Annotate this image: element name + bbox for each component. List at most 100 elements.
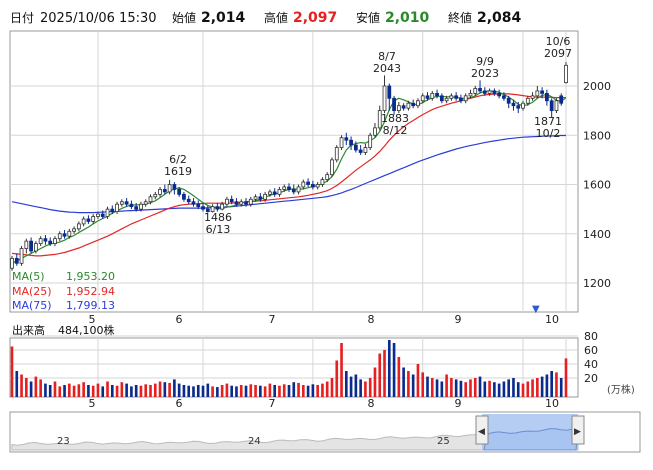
candle-down — [196, 203, 201, 208]
candle-up — [105, 208, 110, 217]
volume-bar-down — [349, 376, 353, 397]
candle-down — [191, 201, 196, 205]
navigator-label-23: 23 — [57, 436, 70, 447]
volume-bar-up — [325, 381, 329, 397]
month-tick-label-bottom: 9 — [455, 397, 462, 410]
candle-up — [19, 248, 24, 264]
candle-up — [153, 193, 158, 198]
candle-down — [387, 85, 392, 99]
month-tick-label: 10 — [545, 313, 559, 326]
month-tick-label-bottom: 5 — [89, 397, 96, 410]
candle-down — [559, 95, 564, 104]
candle-down — [86, 218, 91, 222]
candle — [334, 145, 339, 163]
candle-down — [134, 206, 139, 210]
volume-bar-down — [259, 385, 262, 397]
candle-up — [139, 203, 143, 210]
volume-bar-up — [225, 383, 229, 397]
candle-up — [96, 213, 100, 217]
volume-bar-up — [249, 384, 253, 397]
volume-bar-up — [297, 382, 300, 397]
volume-bar-up — [115, 385, 119, 397]
volume-bar-up — [416, 364, 420, 397]
month-axis-bottom: 5 6 7 8 9 10 — [89, 397, 560, 410]
date-label: 日付 — [10, 11, 34, 25]
volume-bar-up — [220, 385, 224, 397]
candle-up — [406, 102, 411, 109]
volume-bar-down — [559, 378, 563, 397]
candle-up — [33, 243, 38, 252]
volume-bar-up — [488, 380, 491, 397]
candle-down — [401, 105, 406, 109]
volume-bar-up — [268, 383, 272, 397]
candle-up — [24, 240, 29, 249]
candle-up — [10, 257, 14, 269]
volume-bar-up — [555, 372, 558, 397]
volume-unit: (万株) — [607, 383, 635, 396]
annotation-label: 2097 — [544, 47, 572, 60]
volume-bar-up — [302, 385, 305, 397]
high-label: 高値 — [264, 10, 288, 25]
candle-up — [525, 97, 530, 104]
volume-bar-down — [454, 379, 458, 397]
volume-bar-up — [368, 378, 372, 397]
volume-bar-up — [53, 381, 57, 397]
candle-down — [425, 95, 430, 99]
candle-down — [129, 203, 134, 208]
ma25-value: 1,952.94 — [66, 285, 115, 298]
candle-up — [76, 223, 81, 230]
stock-chart: 日付 2025/10/06 15:30 始値 2,014 高値 2,097 安値… — [9, 10, 641, 453]
volume-bar-down — [87, 385, 90, 397]
navigator-left-handle[interactable]: ◀ — [475, 415, 489, 445]
price-tick-label: 2000 — [583, 80, 611, 93]
candle-up — [468, 92, 473, 97]
volume-bar-down — [163, 382, 167, 397]
volume-bar-up — [72, 385, 76, 397]
candle-up — [38, 238, 43, 245]
volume-bar-up — [254, 385, 257, 397]
header-bar: 日付 2025/10/06 15:30 始値 2,014 高値 2,097 安値… — [10, 10, 522, 26]
volume-bar-down — [344, 371, 348, 397]
volume-bar-up — [34, 376, 38, 397]
candle-up — [220, 203, 225, 210]
candle-down — [497, 92, 502, 97]
ma25-label: MA(25) — [12, 285, 52, 298]
candle-up — [72, 228, 76, 232]
candle-down — [258, 196, 263, 200]
volume-bar-down — [192, 386, 195, 397]
candle-down — [186, 198, 191, 203]
candle-down — [172, 184, 177, 190]
candle-up — [487, 90, 492, 94]
volume-bar-down — [130, 386, 133, 397]
volume-bar-up — [464, 382, 468, 397]
volume-bar-down — [235, 386, 238, 397]
volume-bar-down — [125, 383, 128, 397]
candle-up — [396, 105, 401, 112]
candle-down — [482, 90, 487, 94]
annotation-label: 10/2 — [536, 127, 561, 140]
volume-bar-down — [512, 378, 515, 397]
month-tick-label-bottom: 8 — [368, 397, 375, 410]
candle-up — [530, 95, 535, 99]
volume-bar-down — [435, 379, 439, 397]
volume-bar-down — [516, 382, 520, 397]
candle-up — [143, 201, 148, 205]
month-tick-label-bottom: 10 — [545, 397, 559, 410]
navigator-right-handle[interactable]: ▶ — [571, 415, 585, 445]
volume-tick-label: 80 — [584, 330, 598, 343]
candle-up — [148, 196, 153, 203]
candle-down — [110, 208, 115, 212]
volume-bar-down — [206, 383, 210, 397]
volume-bar-down — [392, 343, 396, 397]
candle-up — [67, 230, 72, 237]
candle-down — [392, 97, 396, 112]
volume-bar-down — [292, 382, 296, 397]
volume-bar-up — [153, 383, 157, 397]
volume-bar-down — [273, 385, 276, 397]
volume-bar-up — [340, 343, 343, 397]
volume-bar-down — [311, 384, 315, 397]
candle-up — [535, 90, 540, 97]
volume-bar-down — [411, 374, 415, 397]
candle-down — [540, 90, 545, 94]
volume-bar-up — [139, 385, 143, 397]
